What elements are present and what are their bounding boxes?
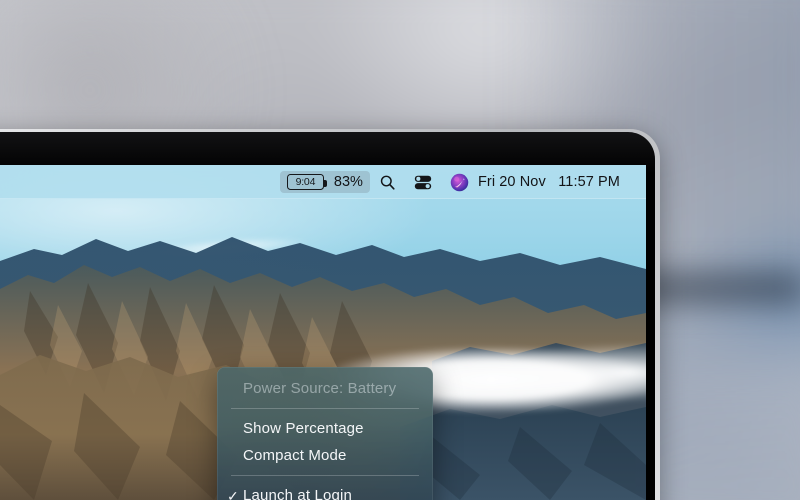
menubar-siri-button[interactable] bbox=[441, 170, 478, 194]
siri-icon bbox=[450, 173, 469, 191]
menubar-clock[interactable]: Fri 20 Nov 11:57 PM bbox=[478, 174, 620, 190]
menubar-battery-item[interactable]: 9:04 83% bbox=[279, 171, 370, 193]
menubar-control-center-button[interactable] bbox=[405, 170, 441, 194]
menubar-search-button[interactable] bbox=[370, 170, 405, 194]
laptop-screen: 9:04 83% Fri 20 Nov 11:57 PM Power Sourc… bbox=[0, 165, 646, 500]
menu-separator-1 bbox=[231, 408, 419, 409]
battery-icon: 9:04 bbox=[286, 174, 328, 190]
battery-time-remaining: 9:04 bbox=[295, 176, 316, 188]
checkmark-icon: ✓ bbox=[227, 487, 239, 500]
menu-item-compact-mode[interactable]: Compact Mode bbox=[217, 442, 433, 469]
battery-percent: 83% bbox=[333, 174, 363, 190]
control-center-icon bbox=[414, 175, 432, 189]
search-icon bbox=[380, 175, 395, 190]
battery-dropdown-menu: Power Source: Battery Show Percentage Co… bbox=[217, 367, 433, 500]
menu-item-label: Show Percentage bbox=[243, 420, 364, 437]
menu-item-show-percentage[interactable]: Show Percentage bbox=[217, 415, 433, 442]
menu-item-label: Compact Mode bbox=[243, 447, 347, 464]
battery-nub bbox=[324, 179, 328, 187]
menu-header-power-source: Power Source: Battery bbox=[217, 375, 433, 402]
menu-header-label: Power Source: Battery bbox=[243, 380, 397, 397]
menu-item-label: Launch at Login bbox=[243, 487, 353, 500]
menu-item-launch-at-login[interactable]: ✓ Launch at Login bbox=[217, 482, 433, 500]
menu-separator-2 bbox=[231, 475, 419, 476]
screenshot-scene: 9:04 83% Fri 20 Nov 11:57 PM Power Sourc… bbox=[0, 0, 800, 500]
menubar: 9:04 83% Fri 20 Nov 11:57 PM bbox=[0, 165, 646, 199]
